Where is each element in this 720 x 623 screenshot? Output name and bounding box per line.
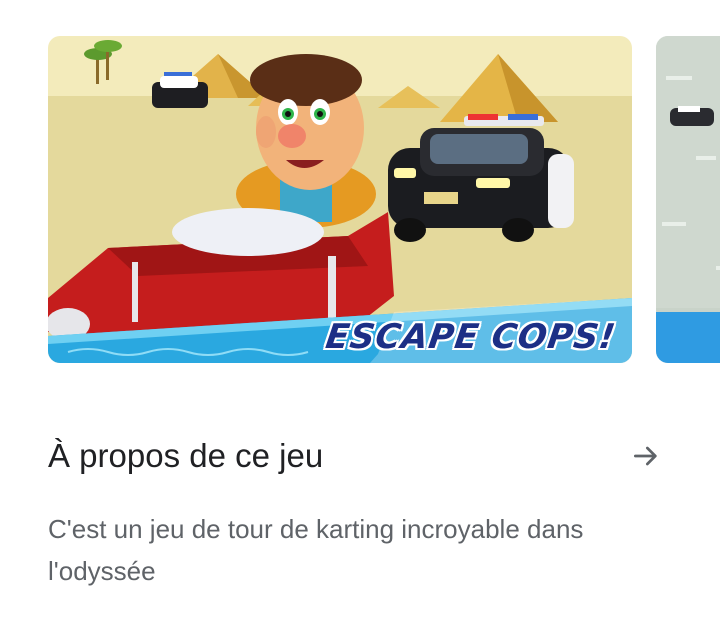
banner-text: ESCAPE COPS! (323, 317, 619, 357)
arrow-right-icon[interactable] (628, 438, 664, 474)
game-screenshot-2[interactable] (656, 36, 720, 363)
about-section-header[interactable]: À propos de ce jeu (48, 426, 672, 486)
screenshot-carousel[interactable]: ESCAPE COPS! (0, 0, 720, 380)
game-screenshot-1[interactable]: ESCAPE COPS! (48, 36, 632, 363)
game-scene-image (48, 36, 632, 363)
game-scene-image-2 (656, 36, 720, 363)
about-description: C'est un jeu de tour de karting incroyab… (48, 514, 584, 586)
about-title: À propos de ce jeu (48, 437, 324, 474)
